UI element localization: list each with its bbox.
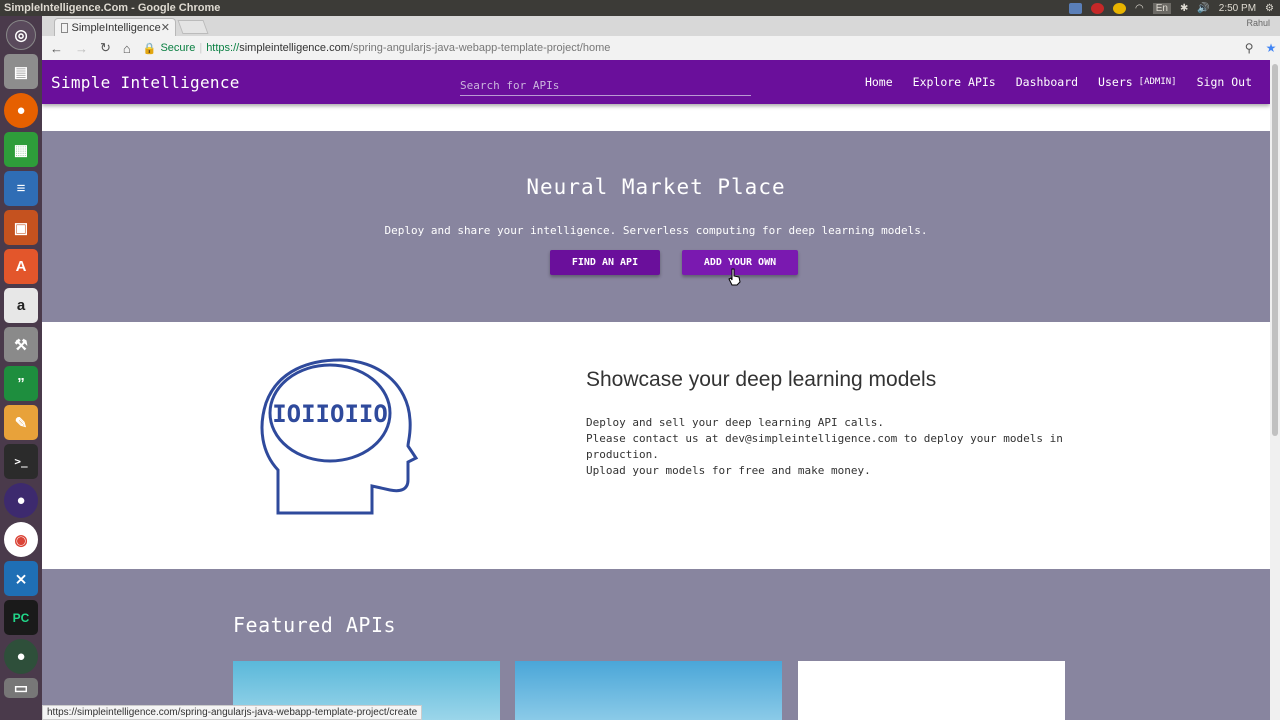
forward-arrow-icon[interactable]: →	[75, 41, 88, 56]
reload-icon[interactable]: ↻	[100, 40, 111, 56]
hero-title: Neural Market Place	[526, 175, 786, 199]
tab-title: SimpleIntelligence	[71, 21, 161, 34]
back-arrow-icon[interactable]: ←	[50, 41, 63, 56]
files-icon[interactable]: ▤	[4, 54, 38, 89]
nav-dashboard[interactable]: Dashboard	[1016, 75, 1078, 89]
app-header: Simple Intelligence Home Explore APIs Da…	[42, 60, 1270, 104]
showcase-line-1: Deploy and sell your deep learning API c…	[586, 416, 885, 429]
hero-section: Neural Market Place Deploy and share you…	[42, 131, 1270, 322]
firefox-icon[interactable]: ●	[4, 93, 38, 128]
amazon-icon[interactable]: a	[4, 288, 38, 323]
admin-badge: [ADMIN]	[1138, 77, 1177, 87]
showcase-title: Showcase your deep learning models	[586, 368, 937, 391]
featured-title: Featured APIs	[233, 613, 397, 637]
page-favicon-icon	[61, 22, 68, 33]
software-center-icon[interactable]: A	[4, 249, 38, 284]
chrome-tray-icon[interactable]	[1112, 2, 1126, 14]
featured-section: Featured APIs	[42, 569, 1270, 720]
url-host: simpleintelligence.com	[239, 42, 350, 54]
tab-strip: SimpleIntelligence ✕ Rahul	[42, 16, 1280, 36]
eclipse-icon[interactable]: ●	[4, 483, 38, 518]
page-scrollbar[interactable]	[1270, 60, 1280, 720]
search-input[interactable]	[460, 79, 751, 92]
text-editor-icon[interactable]: ✎	[4, 405, 38, 440]
terminal-icon[interactable]: >_	[4, 444, 38, 479]
nav-users[interactable]: Users	[1098, 75, 1133, 89]
nav-explore-apis[interactable]: Explore APIs	[913, 75, 996, 89]
impress-icon[interactable]: ▣	[4, 210, 38, 245]
hero-actions: FIND AN API ADD YOUR OWN	[42, 250, 1270, 275]
nav-sign-out[interactable]: Sign Out	[1197, 75, 1252, 89]
app-launcher: ◎ ▤ ● ▦ ≡ ▣ A a ⚒ ” ✎ >_ ● ◉ ⨯ PC ● ▭	[0, 16, 42, 720]
home-icon[interactable]: ⌂	[123, 41, 131, 56]
toolbar-actions: ⚲ ★ ▣ ●	[1245, 41, 1280, 55]
globe-app-icon[interactable]: ●	[4, 639, 38, 674]
page-viewport: Simple Intelligence Home Explore APIs Da…	[42, 60, 1270, 720]
find-api-button[interactable]: FIND AN API	[550, 250, 660, 275]
volume-icon[interactable]: 🔊	[1197, 3, 1209, 14]
ubuntu-dash-icon[interactable]: ◎	[6, 20, 36, 50]
address-bar[interactable]: 🔒 Secure | https://simpleintelligence.co…	[143, 42, 1233, 55]
showcase-description: Deploy and sell your deep learning API c…	[586, 415, 1106, 479]
trash-icon[interactable]: ▭	[4, 678, 38, 698]
browser-toolbar: ← → ↻ ⌂ 🔒 Secure | https://simpleintelli…	[42, 36, 1280, 60]
main-nav: Home Explore APIs Dashboard Users [ADMIN…	[845, 75, 1270, 89]
showcase-line-3: Upload your models for free and make mon…	[586, 464, 871, 477]
brand-logo-text[interactable]: Simple Intelligence	[42, 73, 240, 92]
pycharm-icon[interactable]: PC	[4, 600, 38, 635]
showcase-line-2: Please contact us at dev@simpleintellige…	[586, 432, 1063, 461]
link-status-bar: https://simpleintelligence.com/spring-an…	[42, 705, 423, 720]
display-icon[interactable]	[1068, 2, 1082, 14]
browser-tab[interactable]: SimpleIntelligence ✕	[54, 18, 176, 36]
featured-api-card[interactable]	[798, 661, 1065, 720]
writer-icon[interactable]: ≡	[4, 171, 38, 206]
bluetooth-icon[interactable]: ✱	[1180, 3, 1188, 14]
chrome-icon[interactable]: ◉	[4, 522, 38, 557]
hero-subtitle: Deploy and share your intelligence. Serv…	[384, 224, 928, 237]
url-scheme: https://	[206, 42, 240, 54]
api-search	[460, 74, 751, 96]
settings-gear-icon[interactable]: ⚙	[1265, 3, 1274, 14]
featured-api-card[interactable]	[515, 661, 782, 720]
url-path: /spring-angularjs-java-webapp-template-p…	[349, 42, 611, 54]
binary-text: IOIIOIIO	[272, 400, 388, 428]
bookmark-star-icon[interactable]: ★	[1266, 41, 1277, 55]
new-tab-button[interactable]	[177, 20, 209, 34]
lock-icon: 🔒	[142, 42, 157, 55]
wifi-icon[interactable]: ◠	[1135, 3, 1144, 14]
hand-cursor-icon	[728, 268, 741, 286]
system-tray: ◠ En ✱ 🔊 2:50 PM ⚙	[1068, 2, 1280, 14]
close-tab-icon[interactable]: ✕	[161, 21, 170, 34]
profile-name[interactable]: Rahul	[1246, 18, 1270, 28]
secure-label: Secure	[160, 42, 196, 54]
hangouts-icon[interactable]: ”	[4, 366, 38, 401]
window-title: SimpleIntelligence.Com - Google Chrome	[4, 2, 221, 14]
spreadsheet-icon[interactable]: ▦	[4, 132, 38, 167]
key-icon[interactable]: ⚲	[1245, 41, 1254, 55]
system-settings-icon[interactable]: ⚒	[4, 327, 38, 362]
showcase-section: IOIIOIIO Showcase your deep learning mod…	[42, 322, 1270, 569]
nav-home[interactable]: Home	[865, 75, 893, 89]
record-icon[interactable]	[1090, 2, 1104, 14]
scrollbar-thumb[interactable]	[1272, 64, 1278, 436]
os-top-panel: SimpleIntelligence.Com - Google Chrome ◠…	[0, 0, 1280, 16]
keyboard-layout-indicator[interactable]: En	[1152, 2, 1171, 14]
clock[interactable]: 2:50 PM	[1219, 3, 1256, 14]
browser-chrome: SimpleIntelligence ✕ Rahul ← → ↻ ⌂ 🔒 Sec…	[42, 16, 1280, 60]
vscode-icon[interactable]: ⨯	[4, 561, 38, 596]
brain-head-icon: IOIIOIIO	[260, 358, 419, 515]
